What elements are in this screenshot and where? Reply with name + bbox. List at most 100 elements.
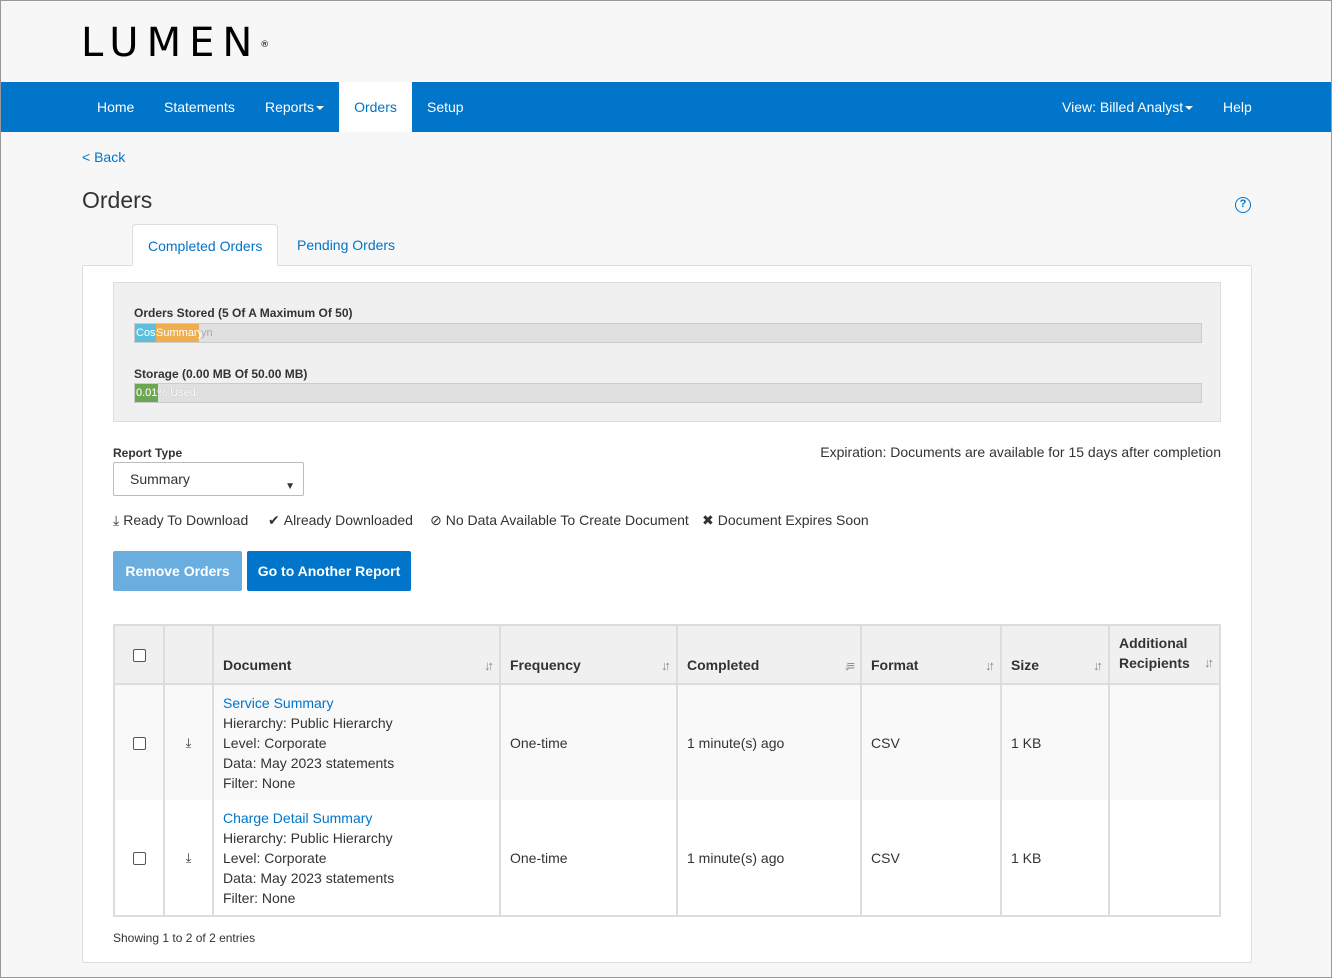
row-select-cell — [113, 800, 165, 917]
page-title: Orders — [82, 187, 153, 213]
document-cell: Charge Detail Summary Hierarchy: Public … — [212, 800, 501, 917]
legend-no-data: ⊘ No Data Available To Create Document — [430, 512, 689, 529]
recipients-cell — [1108, 800, 1221, 917]
chevron-down-icon: ▼ — [285, 481, 295, 492]
size-cell: 1 KB — [1000, 684, 1110, 800]
legend-expires-label: Document Expires Soon — [717, 512, 869, 528]
frequency-cell: One-time — [499, 684, 678, 800]
download-icon[interactable]: ⤓ — [186, 850, 192, 865]
column-size[interactable]: Size ↓↑ — [1000, 624, 1110, 685]
column-completed-label: Completed — [687, 657, 760, 673]
download-icon[interactable]: ⤓ — [186, 735, 192, 750]
table-row: ⤓ Service Summary Hierarchy: Public Hier… — [113, 684, 1221, 800]
sort-desc-icon: ↓≡ — [843, 658, 855, 673]
help-circle-icon[interactable]: ? — [1235, 197, 1251, 213]
nav-home[interactable]: Home — [82, 82, 149, 132]
size-cell: 1 KB — [1000, 800, 1110, 917]
tab-pending-orders[interactable]: Pending Orders — [282, 224, 410, 266]
document-hierarchy: Hierarchy: Public Hierarchy — [223, 829, 393, 846]
legend-expires: ✖ Document Expires Soon — [702, 512, 869, 529]
column-completed[interactable]: Completed ↓≡ — [676, 624, 862, 685]
row-checkbox[interactable] — [132, 737, 146, 751]
tab-completed-orders[interactable]: Completed Orders — [132, 224, 279, 266]
legend-ready: ⤓ Ready To Download — [113, 512, 248, 529]
document-link[interactable]: Service Summary — [223, 693, 490, 713]
usage-summary: Orders Stored (5 Of A Maximum Of 50) Cos… — [113, 282, 1221, 422]
document-level: Level: Corporate — [223, 849, 327, 866]
orders-stored-bar: Cos Summary yn — [134, 323, 1202, 343]
sort-icon: ↓↑ — [661, 658, 671, 673]
nav-statements[interactable]: Statements — [149, 82, 250, 132]
report-type-select[interactable]: Summary ▼ — [113, 462, 304, 496]
legend-no-data-label: No Data Available To Create Document — [445, 512, 689, 528]
sort-icon: ↓↑ — [484, 658, 494, 673]
frequency-cell: One-time — [499, 800, 678, 917]
column-additional-label: Additional — [1119, 635, 1188, 651]
document-link[interactable]: Charge Detail Summary — [223, 808, 490, 828]
orders-table: Document ↓↑ Frequency ↓↑ Completed ↓≡ Forma… — [113, 624, 1221, 917]
row-select-cell — [113, 684, 165, 800]
sort-icon: ↓↑ — [1093, 658, 1103, 673]
column-document-label: Document — [223, 657, 292, 673]
orders-stored-label: Orders Stored (5 Of A Maximum Of 50) — [134, 306, 353, 320]
document-level: Level: Corporate — [223, 734, 327, 751]
remove-orders-button[interactable]: Remove Orders — [113, 551, 242, 591]
check-icon: ✔ — [268, 512, 280, 528]
status-header — [163, 624, 214, 685]
orders-panel: Orders Stored (5 Of A Maximum Of 50) Cos… — [82, 265, 1252, 963]
select-all-checkbox[interactable] — [132, 649, 146, 663]
document-filter: Filter: None — [223, 889, 296, 906]
nav-help[interactable]: Help — [1208, 82, 1267, 132]
lumen-logo: LUMEN® — [81, 20, 270, 66]
format-cell: CSV — [860, 684, 1002, 800]
go-to-another-report-button[interactable]: Go to Another Report — [247, 551, 411, 591]
completed-cell: 1 minute(s) ago — [676, 684, 862, 800]
row-checkbox[interactable] — [132, 852, 146, 866]
row-status-cell: ⤓ — [163, 800, 214, 917]
storage-bar: 0.01% Used — [134, 383, 1202, 403]
document-data: Data: May 2023 statements — [223, 869, 395, 886]
column-additional-recipients[interactable]: Additional Recipients ↓↑ — [1108, 624, 1221, 685]
document-filter: Filter: None — [223, 774, 296, 791]
caret-down-icon — [1185, 106, 1194, 111]
orders-overflow-label: yn — [201, 327, 213, 339]
column-size-label: Size — [1011, 657, 1040, 673]
column-frequency-label: Frequency — [510, 657, 581, 673]
recipients-cell — [1108, 684, 1221, 800]
view-role-dropdown[interactable]: View: Billed Analyst — [1047, 82, 1208, 132]
storage-fill-label: 0.01% Used — [136, 387, 196, 399]
column-format-label: Format — [871, 657, 919, 673]
document-cell: Service Summary Hierarchy: Public Hierar… — [212, 684, 501, 800]
document-data: Data: May 2023 statements — [223, 754, 395, 771]
view-role-label: View: Billed Analyst — [1062, 99, 1184, 115]
table-row: ⤓ Charge Detail Summary Hierarchy: Publi… — [113, 800, 1221, 917]
column-format[interactable]: Format ↓↑ — [860, 624, 1002, 685]
table-header-row: Document ↓↑ Frequency ↓↑ Completed ↓≡ Forma… — [113, 624, 1221, 685]
report-type-label: Report Type — [113, 446, 183, 460]
column-recipients-label: Recipients — [1119, 655, 1190, 671]
nav-reports[interactable]: Reports — [250, 82, 339, 132]
format-cell: CSV — [860, 800, 1002, 917]
column-frequency[interactable]: Frequency ↓↑ — [499, 624, 678, 685]
orders-segment-label: Cos — [136, 327, 156, 339]
main-navbar: Home Statements Reports Orders Setup Vie… — [1, 82, 1331, 132]
nav-reports-label: Reports — [265, 99, 315, 115]
legend-ready-label: Ready To Download — [123, 512, 249, 528]
legend-downloaded: ✔ Already Downloaded — [268, 512, 413, 529]
select-all-header — [113, 624, 165, 685]
expiration-note: Expiration: Documents are available for … — [820, 444, 1221, 460]
row-status-cell: ⤓ — [163, 684, 214, 800]
caret-down-icon — [316, 106, 325, 111]
download-icon: ⤓ — [113, 512, 120, 528]
times-circle-icon: ✖ — [702, 512, 714, 528]
report-type-value: Summary — [130, 471, 190, 487]
sort-icon: ↓↑ — [985, 658, 995, 673]
table-info: Showing 1 to 2 of 2 entries — [113, 931, 256, 945]
back-link[interactable]: < Back — [82, 149, 125, 165]
nav-setup[interactable]: Setup — [412, 82, 479, 132]
document-hierarchy: Hierarchy: Public Hierarchy — [223, 714, 393, 731]
nav-orders[interactable]: Orders — [339, 82, 412, 132]
storage-label: Storage (0.00 MB Of 50.00 MB) — [134, 367, 308, 381]
ban-icon: ⊘ — [430, 512, 442, 528]
column-document[interactable]: Document ↓↑ — [212, 624, 501, 685]
